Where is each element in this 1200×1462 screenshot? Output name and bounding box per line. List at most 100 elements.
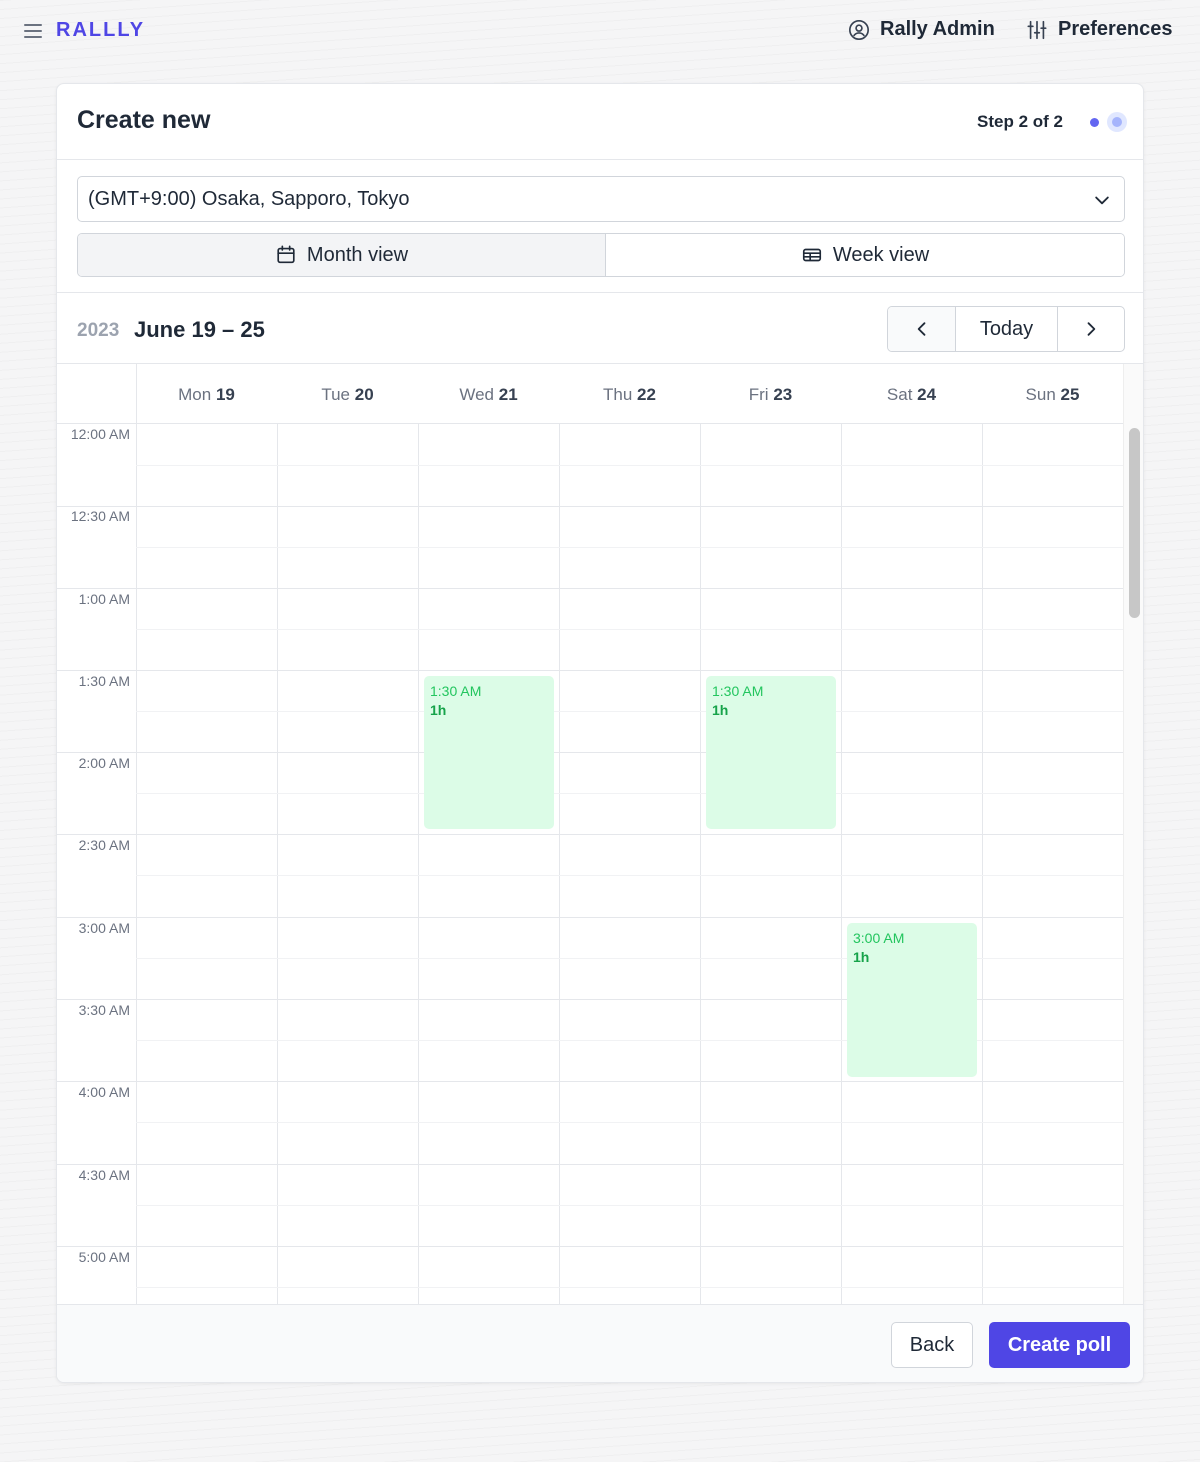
event-wed-21[interactable]: 1:30 AM 1h — [424, 676, 554, 829]
day-header-mon: Mon 19 — [136, 364, 277, 423]
chevron-down-icon — [1095, 196, 1109, 205]
day-header-sun: Sun 25 — [982, 364, 1123, 423]
day-number: 19 — [215, 385, 235, 404]
calendar-year: 2023 — [77, 320, 120, 341]
day-header-sat: Sat 24 — [841, 364, 982, 423]
event-time: 1:30 AM — [430, 683, 482, 699]
day-header-wed: Wed 21 — [418, 364, 559, 423]
gutter-tick — [57, 1081, 136, 1082]
gutter-tick — [57, 1164, 136, 1165]
slot-divider — [136, 1164, 1123, 1165]
calendar-toolbar: 2023 June 19 – 25 Today — [57, 292, 1143, 364]
create-poll-card: Create new Step 2 of 2 (GMT+9:00) Osaka,… — [56, 83, 1144, 1383]
time-label: 12:30 AM — [70, 508, 130, 524]
previous-week-button[interactable] — [888, 307, 956, 351]
slot-divider — [136, 1122, 1123, 1123]
column-divider — [559, 423, 560, 1304]
timezone-value: (GMT+9:00) Osaka, Sapporo, Tokyo — [88, 188, 410, 210]
preferences-button[interactable]: Preferences — [1026, 18, 1173, 41]
back-button[interactable]: Back — [891, 1322, 973, 1368]
month-view-label: Month view — [306, 243, 409, 266]
event-sat-24[interactable]: 3:00 AM 1h — [847, 923, 977, 1077]
user-circle-icon — [849, 19, 869, 40]
create-poll-button[interactable]: Create poll — [989, 1322, 1130, 1368]
gutter-tick — [57, 834, 136, 835]
user-menu-button[interactable]: Rally Admin — [848, 18, 995, 41]
day-name: Fri — [748, 385, 769, 404]
table-icon — [802, 248, 821, 262]
time-label: 1:30 AM — [78, 673, 130, 689]
slot-divider — [136, 917, 1123, 918]
time-label: 5:00 AM — [78, 1249, 130, 1265]
day-header-thu: Thu 22 — [559, 364, 700, 423]
time-label: 1:00 AM — [78, 591, 130, 607]
next-week-button[interactable] — [1058, 307, 1124, 351]
step-indicator-text: Step 2 of 2 — [977, 112, 1063, 131]
event-duration: 1h — [430, 702, 447, 718]
gutter-tick — [57, 999, 136, 1000]
column-divider — [982, 423, 983, 1304]
app-logo[interactable]: RALLLY — [56, 19, 145, 42]
preferences-label: Preferences — [1058, 18, 1173, 40]
slot-divider — [136, 793, 1123, 794]
card-header: Create new Step 2 of 2 — [57, 84, 1143, 160]
day-name: Thu — [603, 385, 633, 404]
time-label: 3:30 AM — [78, 1002, 130, 1018]
slot-divider — [136, 506, 1123, 507]
week-view-button[interactable]: Week view — [606, 234, 1124, 276]
day-number: 20 — [354, 385, 374, 404]
slot-divider — [136, 1287, 1123, 1288]
slot-divider — [136, 1246, 1123, 1247]
time-label: 4:30 AM — [78, 1167, 130, 1183]
chevron-left-icon — [917, 322, 925, 336]
slot-divider — [136, 1081, 1123, 1082]
gutter-tick — [57, 1246, 136, 1247]
user-name: Rally Admin — [880, 18, 995, 40]
column-divider — [700, 423, 701, 1304]
week-grid: Mon 19 Tue 20 Wed 21 Thu 22 Fri 23 Sat 2… — [57, 364, 1123, 1304]
slot-divider — [136, 711, 1123, 712]
event-fri-23[interactable]: 1:30 AM 1h — [706, 676, 836, 829]
event-time: 1:30 AM — [712, 683, 764, 699]
slot-divider — [136, 875, 1123, 876]
slot-divider — [136, 670, 1123, 671]
day-name: Tue — [321, 385, 350, 404]
day-number: 22 — [637, 385, 656, 404]
gutter-tick — [57, 506, 136, 507]
page-title: Create new — [77, 106, 211, 134]
time-label: 3:00 AM — [78, 920, 130, 936]
month-view-button[interactable]: Month view — [78, 234, 606, 276]
day-name: Mon — [178, 385, 212, 404]
event-time: 3:00 AM — [853, 930, 905, 946]
slot-divider — [136, 629, 1123, 630]
gutter-tick — [57, 670, 136, 671]
step-dot-2 — [1107, 112, 1127, 132]
time-label: 4:00 AM — [78, 1084, 130, 1100]
day-number: 24 — [917, 385, 937, 404]
grid-header-divider — [57, 423, 1123, 424]
event-duration: 1h — [712, 702, 729, 718]
day-name: Wed — [459, 385, 494, 404]
calendar-icon — [277, 245, 295, 264]
column-divider — [277, 423, 278, 1304]
day-number: 23 — [773, 385, 793, 404]
today-button[interactable]: Today — [956, 307, 1058, 351]
grid-scrollbar[interactable] — [1123, 364, 1143, 1304]
week-view-label: Week view — [832, 243, 930, 266]
day-number: 25 — [1060, 385, 1080, 404]
timezone-select[interactable]: (GMT+9:00) Osaka, Sapporo, Tokyo — [77, 176, 1125, 222]
menu-icon[interactable] — [24, 22, 44, 40]
top-bar: RALLLY Rally Admin Preferences — [0, 0, 1200, 62]
card-footer: Back Create poll — [57, 1304, 1143, 1382]
day-number: 21 — [498, 385, 518, 404]
gutter-tick — [57, 752, 136, 753]
calendar-nav: Today — [887, 306, 1125, 352]
time-label: 2:00 AM — [78, 755, 130, 771]
slot-divider — [136, 1205, 1123, 1206]
scrollbar-thumb[interactable] — [1129, 428, 1140, 618]
slot-divider — [136, 547, 1123, 548]
event-duration: 1h — [853, 949, 870, 965]
column-divider — [841, 423, 842, 1304]
day-header-tue: Tue 20 — [277, 364, 418, 423]
step-dot-1 — [1090, 118, 1099, 127]
